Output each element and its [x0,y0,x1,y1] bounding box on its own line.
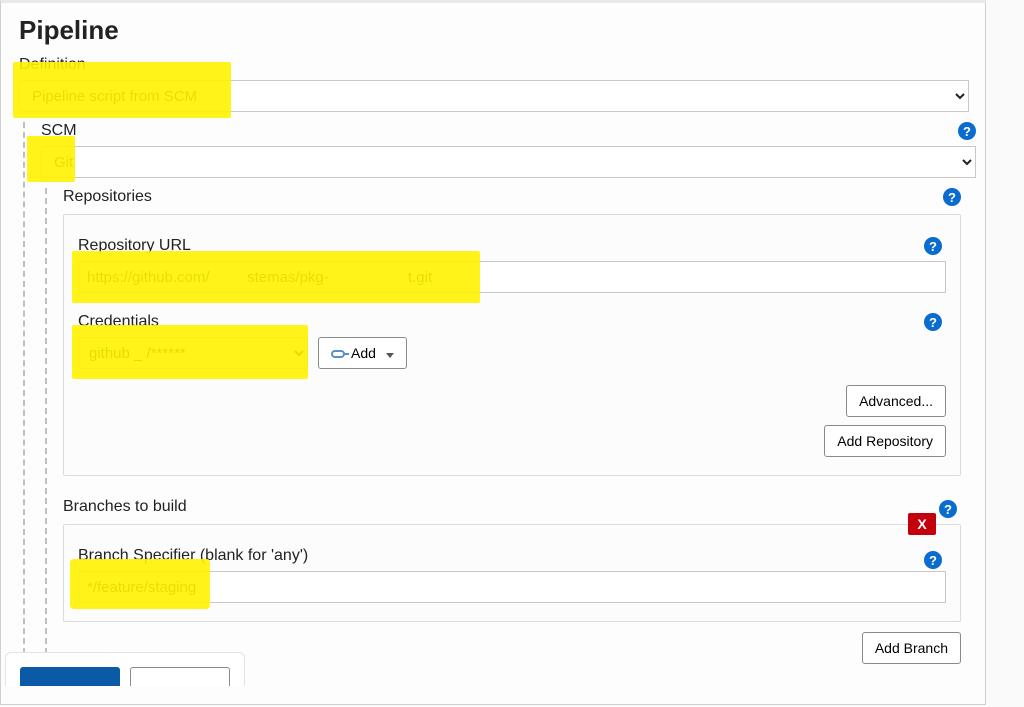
footer-actions [5,652,245,707]
help-icon[interactable]: ? [958,122,976,140]
branch-specifier-row: ? Branch Specifier (blank for 'any') [78,547,946,603]
credentials-label: Credentials [78,313,946,331]
scm-section: SCM ? Git Repositories ? ? Repository UR… [23,122,976,664]
repo-buttons: Advanced... Add Repository [78,385,946,457]
help-icon[interactable]: ? [939,500,957,518]
repo-url-input[interactable] [78,261,946,293]
delete-branch-button[interactable]: X [908,513,936,535]
help-icon[interactable]: ? [924,551,942,569]
scm-row: SCM ? Git [41,122,976,178]
apply-button[interactable] [130,667,230,703]
definition-row: Definition Pipeline script from SCM [19,56,969,112]
page-title: Pipeline [19,15,969,46]
scm-label: SCM [41,122,77,140]
repo-url-label: Repository URL [78,237,946,255]
branches-row: ? Branches to build [63,498,961,516]
help-icon[interactable]: ? [924,313,942,331]
save-button[interactable] [20,667,120,703]
branch-specifier-input[interactable] [78,571,946,603]
pipeline-config-frame: Pipeline Definition Pipeline script from… [0,0,986,705]
branches-label: Branches to build [63,498,961,516]
repositories-section: Repositories ? ? Repository URL ? Creden… [45,188,961,664]
credentials-row: ? Credentials github _ /****** Add [78,313,946,369]
key-icon [331,345,345,361]
definition-label: Definition [19,56,969,74]
scm-select[interactable]: Git [41,146,976,178]
credentials-select[interactable]: github _ /****** [78,337,308,369]
repository-panel: ? Repository URL ? Credentials github [63,214,961,476]
add-branch-button[interactable]: Add Branch [862,632,961,664]
help-icon[interactable]: ? [924,237,942,255]
add-credentials-button[interactable]: Add [318,337,407,369]
branch-panel: X ? Branch Specifier (blank for 'any') [63,524,961,622]
chevron-down-icon [382,345,394,361]
add-repository-button[interactable]: Add Repository [824,425,946,457]
definition-select[interactable]: Pipeline script from SCM [19,80,969,112]
branch-specifier-label: Branch Specifier (blank for 'any') [78,547,946,565]
repositories-label: Repositories [63,188,152,206]
help-icon[interactable]: ? [943,188,961,206]
advanced-button[interactable]: Advanced... [846,385,946,417]
add-credentials-label: Add [351,345,376,361]
repo-url-row: ? Repository URL [78,237,946,293]
